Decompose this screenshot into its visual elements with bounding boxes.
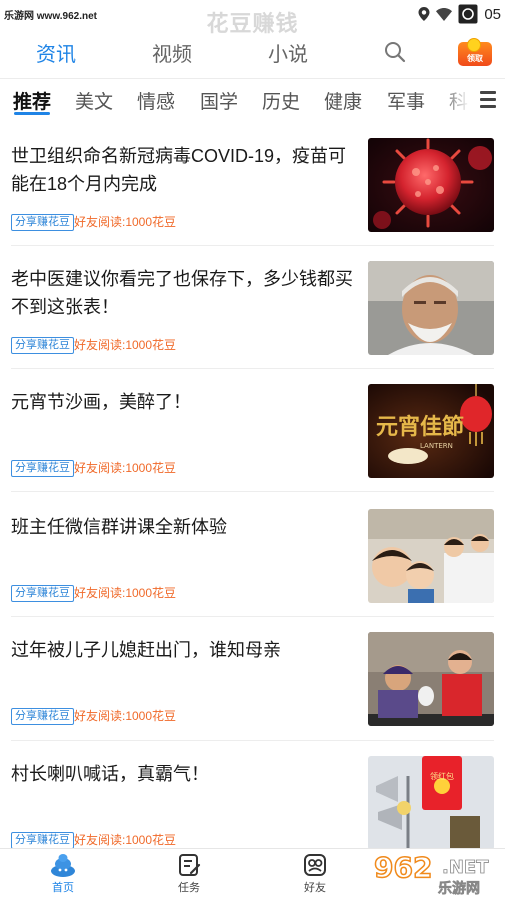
bottom-tab-label: 任务: [178, 882, 200, 894]
news-item[interactable]: 元宵节沙画，美醉了！ 元宵佳節 LANTERN 分享赚花豆 好友阅读:1000花…: [0, 384, 505, 508]
status-bar: 乐游网 www.962.net 花豆赚钱 05: [0, 0, 505, 36]
category-sinology[interactable]: 国学: [200, 87, 238, 114]
wifi-icon: [436, 7, 453, 21]
search-icon: [385, 42, 406, 63]
watermark-text: 乐游网: [438, 880, 480, 897]
news-title[interactable]: 老中医建议你看完了也保存下，多少钱都买不到这张表！: [11, 265, 356, 321]
tab-novel[interactable]: 小说: [268, 38, 308, 67]
share-tag[interactable]: 分享赚花豆: [11, 832, 74, 849]
news-title[interactable]: 过年被儿子儿媳赶出门，谁知母亲: [11, 636, 356, 664]
home-icon: [51, 854, 75, 877]
reward-text: 好友阅读:1000花豆: [74, 215, 177, 229]
bottom-tab-bar: 首页 任务 好友 962 .NET 乐游网: [0, 848, 505, 900]
share-tag[interactable]: 分享赚花豆: [11, 460, 74, 477]
search-button[interactable]: [383, 40, 407, 64]
coin-icon: [467, 38, 481, 52]
reward-text: 好友阅读:1000花豆: [74, 461, 177, 475]
share-tag[interactable]: 分享赚花豆: [11, 585, 74, 602]
category-emotion[interactable]: 情感: [137, 87, 175, 114]
news-item[interactable]: 世卫组织命名新冠病毒COVID-19，疫苗可能在18个月内完成 分享赚花豆 好友…: [0, 138, 505, 262]
category-strip: 推荐 美文 情感 国学 历史 健康 军事 科: [0, 82, 505, 116]
task-icon: [179, 854, 201, 876]
category-menu-button[interactable]: [470, 82, 505, 116]
bottom-tab-tasks[interactable]: 任务: [159, 853, 219, 895]
watermark-suffix: .NET: [442, 857, 489, 878]
news-title[interactable]: 村长喇叭喊话，真霸气！: [11, 760, 356, 788]
reward-text: 好友阅读:1000花豆: [74, 833, 177, 847]
news-title[interactable]: 元宵节沙画，美醉了！: [11, 388, 356, 416]
news-title[interactable]: 班主任微信群讲课全新体验: [11, 513, 356, 541]
top-nav: 资讯 视频 小说 领取: [0, 30, 505, 74]
bottom-tab-label: 好友: [304, 882, 326, 894]
reward-text: 好友阅读:1000花豆: [74, 338, 177, 352]
red-packet-label: 领取: [467, 54, 483, 63]
news-title[interactable]: 世卫组织命名新冠病毒COVID-19，疫苗可能在18个月内完成: [11, 142, 356, 198]
status-time: 05: [484, 5, 501, 23]
news-item[interactable]: 班主任微信群讲课全新体验 分享赚花豆 好友阅读:1000花豆: [0, 509, 505, 633]
category-health[interactable]: 健康: [324, 87, 362, 114]
tab-video[interactable]: 视频: [152, 38, 192, 67]
red-packet-sign: 领红包: [430, 771, 454, 781]
news-item[interactable]: 过年被儿子儿媳赶出门，谁知母亲 分享赚花豆 好友阅读:1000花豆: [0, 632, 505, 756]
red-packet-button[interactable]: 领取: [455, 38, 493, 68]
active-category-indicator: [14, 112, 50, 115]
watermark-logo: 962 .NET 乐游网: [368, 849, 498, 897]
news-thumbnail[interactable]: [368, 632, 494, 726]
category-history[interactable]: 历史: [262, 87, 300, 114]
reward-text: 好友阅读:1000花豆: [74, 586, 177, 600]
bottom-tab-friends[interactable]: 好友: [285, 853, 345, 895]
news-thumbnail[interactable]: 元宵佳節 LANTERN: [368, 384, 494, 478]
tab-news[interactable]: 资讯: [36, 38, 76, 67]
watermark-number: 962: [374, 851, 432, 884]
category-essay[interactable]: 美文: [75, 87, 113, 114]
share-tag[interactable]: 分享赚花豆: [11, 337, 74, 354]
bottom-tab-home[interactable]: 首页: [33, 853, 93, 895]
category-recommend[interactable]: 推荐: [13, 87, 51, 114]
screenshot-icon: [458, 4, 478, 24]
nav-divider: [0, 78, 505, 79]
bottom-tab-label: 首页: [52, 882, 74, 894]
location-icon: [418, 7, 430, 21]
news-thumbnail[interactable]: 领红包: [368, 756, 494, 850]
reward-text: 好友阅读:1000花豆: [74, 709, 177, 723]
news-thumbnail[interactable]: [368, 138, 494, 232]
news-thumbnail[interactable]: [368, 261, 494, 355]
friends-icon: [304, 854, 326, 876]
lantern-title: 元宵佳節: [376, 414, 464, 440]
news-item[interactable]: 老中医建议你看完了也保存下，多少钱都买不到这张表！ 分享赚花豆 好友阅读:100…: [0, 261, 505, 385]
share-tag[interactable]: 分享赚花豆: [11, 214, 74, 231]
news-thumbnail[interactable]: [368, 509, 494, 603]
category-military[interactable]: 军事: [387, 87, 425, 114]
share-tag[interactable]: 分享赚花豆: [11, 708, 74, 725]
lantern-subtitle: LANTERN: [420, 442, 453, 450]
